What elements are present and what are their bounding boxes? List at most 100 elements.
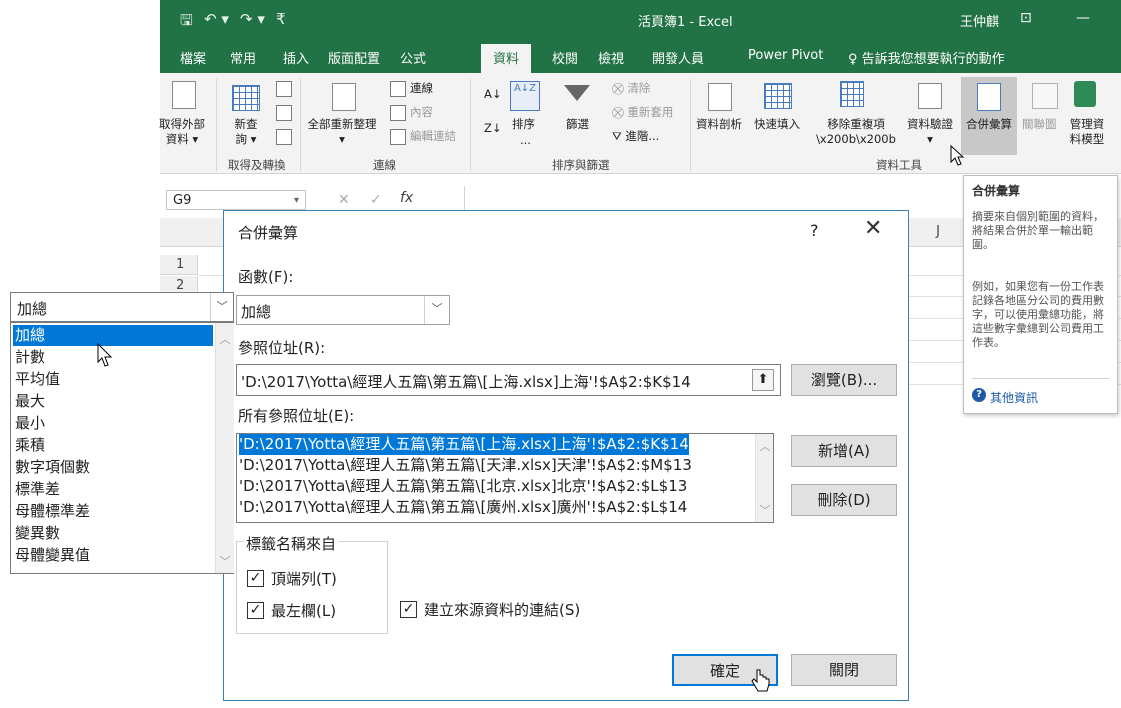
list-item[interactable]: 'D:\2017\Yotta\經理人五篇\第五篇\[廣州.xlsx]廣州'!$A… (239, 497, 687, 518)
top-row-label[interactable]: 頂端列(T) (271, 568, 337, 589)
all-references-list[interactable]: 'D:\2017\Yotta\經理人五篇\第五篇\[上海.xlsx]上海'!$A… (236, 433, 774, 523)
group-label-sort-filter: 排序與篩選 (552, 158, 610, 172)
function-option[interactable]: 平均值 (13, 369, 213, 390)
function-option[interactable]: 最小 (13, 413, 213, 434)
create-links-checkbox[interactable]: ✓ (400, 601, 417, 618)
column-header-j[interactable]: J (913, 218, 964, 247)
tab-insert[interactable]: 插入 (283, 48, 309, 67)
name-box[interactable]: G9 ▾ (166, 190, 306, 210)
redo-icon[interactable]: ↷ ▾ (240, 10, 265, 28)
manage-data-model-button[interactable]: 管理資 料模型 (1062, 117, 1112, 147)
browse-button[interactable]: 瀏覽(B)... (791, 364, 897, 396)
ribbon-display-icon[interactable]: ⊡ (1020, 10, 1032, 26)
user-name[interactable]: 王仲麒 (960, 11, 999, 30)
row-header-1[interactable]: 1 (160, 255, 198, 275)
undo-icon[interactable]: ↶ ▾ (204, 10, 229, 28)
close-button[interactable]: 關閉 (791, 654, 897, 686)
dropdown-scrollbar[interactable]: ︿ ﹀ (215, 323, 234, 573)
text-to-columns-button[interactable]: 資料剖析 (696, 117, 742, 132)
remove-duplicates-button[interactable]: 移除重複項 \x200b\x200b (808, 117, 904, 147)
tab-developer[interactable]: 開發人員 (652, 48, 704, 67)
minimize-icon[interactable]: — (1076, 10, 1090, 26)
function-option[interactable]: 數字項個數 (13, 457, 213, 478)
consolidate-button[interactable]: 合併彙算 (961, 77, 1017, 155)
flash-fill-button[interactable]: 快速填入 (754, 117, 800, 132)
from-table-icon[interactable] (276, 105, 292, 121)
delete-button[interactable]: 刪除(D) (791, 484, 897, 516)
text-to-columns-icon (708, 83, 732, 111)
recent-sources-icon[interactable] (276, 129, 292, 145)
advanced-button[interactable]: ⛛ 進階... (612, 129, 659, 144)
list-item[interactable]: 'D:\2017\Yotta\經理人五篇\第五篇\[天津.xlsx]天津'!$A… (239, 455, 692, 476)
properties-button[interactable]: 內容 (410, 105, 433, 120)
function-option[interactable]: 母體變異值 (13, 545, 213, 566)
scroll-down-icon[interactable]: ﹀ (216, 553, 234, 569)
tab-view[interactable]: 檢視 (598, 48, 624, 67)
sort-descending-icon[interactable]: Z↓ (484, 121, 502, 136)
scroll-down-icon[interactable]: ﹀ (756, 502, 773, 518)
window-title: 活頁簿1 - Excel (638, 15, 733, 30)
clear-button[interactable]: ⛒ 清除 (612, 81, 650, 96)
refresh-all-button[interactable]: 全部重新整理 ▾ (304, 117, 380, 147)
external-data-icon (172, 81, 196, 109)
help-button[interactable]: ? (810, 221, 819, 240)
tooltip-more-info-link[interactable]: 其他資訊 (990, 389, 1038, 406)
enter-icon[interactable]: ✓ (370, 192, 382, 208)
function-option[interactable]: 乘積 (13, 435, 213, 456)
close-icon[interactable]: ✕ (864, 216, 882, 241)
insert-function-icon[interactable]: fx (400, 190, 413, 206)
cancel-icon[interactable]: ✕ (338, 192, 350, 208)
show-queries-icon[interactable] (276, 81, 292, 97)
tab-home[interactable]: 常用 (230, 48, 256, 67)
list-item[interactable]: 'D:\2017\Yotta\經理人五篇\第五篇\[上海.xlsx]上海'!$A… (239, 434, 689, 455)
tell-me-search[interactable]: ♀ 告訴我您想要執行的動作 (848, 48, 1005, 67)
group-label-get-transform: 取得及轉換 (228, 158, 286, 172)
sort-ascending-icon[interactable]: A↓ (484, 87, 502, 102)
get-external-data-button[interactable]: 取得外部 資料 ▾ (156, 117, 208, 147)
function-select[interactable]: 加總 ﹀ (236, 295, 450, 325)
function-dropdown-combo[interactable]: 加總 ﹀ (10, 292, 234, 322)
edit-links-button[interactable]: 編輯連結 (410, 129, 456, 144)
sort-button[interactable]: 排序 (512, 117, 535, 132)
top-row-checkbox[interactable]: ✓ (247, 570, 264, 587)
function-option[interactable]: 標準差 (13, 479, 213, 500)
select-all-corner[interactable] (160, 218, 199, 247)
add-button[interactable]: 新增(A) (791, 435, 897, 467)
tab-review[interactable]: 校閱 (552, 48, 578, 67)
scroll-up-icon[interactable]: ︿ (216, 331, 234, 347)
relationships-button[interactable]: 關聯圖 (1022, 117, 1057, 132)
function-option[interactable]: 變異數 (13, 523, 213, 544)
list-scrollbar[interactable]: ︿ ﹀ (755, 434, 773, 522)
left-column-checkbox[interactable]: ✓ (247, 602, 264, 619)
name-box-dropdown-icon[interactable]: ▾ (294, 191, 299, 211)
ribbon-separator (470, 79, 471, 171)
chevron-down-icon[interactable]: ﹀ (424, 296, 449, 324)
list-item[interactable]: 'D:\2017\Yotta\經理人五篇\第五篇\[北京.xlsx]北京'!$A… (239, 476, 687, 497)
ribbon: 取得外部 資料 ▾ 新查詢 ▾ 取得及轉換 全部重新整理 ▾ 連線 內容 編輯連結 … (159, 73, 1121, 174)
function-dropdown-list[interactable]: 加總 計數 平均值 最大 最小 乘積 數字項個數 標準差 母體標準差 變異數 母… (10, 322, 234, 574)
tab-formulas[interactable]: 公式 (400, 48, 426, 67)
connections-button[interactable]: 連線 (410, 81, 433, 96)
connections-icon (390, 81, 406, 97)
use-labels-legend: 標籤名稱來自 (243, 533, 340, 554)
sort-more: ... (520, 133, 531, 147)
left-column-label[interactable]: 最左欄(L) (271, 600, 336, 621)
customize-qat-icon[interactable]: ₹ (276, 10, 286, 28)
new-query-button[interactable]: 新查詢 ▾ (226, 117, 266, 147)
scroll-up-icon[interactable]: ︿ (756, 438, 773, 454)
tab-power-pivot[interactable]: Power Pivot (748, 48, 823, 63)
save-icon[interactable]: 🖫 (180, 10, 193, 35)
tooltip-description: 摘要來自個別範圍的資料，將結果合併於單一輸出範圍。 (972, 210, 1104, 251)
collapse-dialog-icon[interactable]: ⬆ (752, 369, 774, 391)
function-option[interactable]: 母體標準差 (13, 501, 213, 522)
data-validation-button[interactable]: 資料驗證 ▾ (902, 117, 958, 147)
filter-button[interactable]: 篩選 (566, 117, 589, 132)
reapply-button[interactable]: ⛒ 重新套用 (612, 105, 673, 120)
mouse-cursor-icon (97, 343, 113, 367)
tab-page-layout[interactable]: 版面配置 (328, 48, 380, 67)
reference-input[interactable]: 'D:\2017\Yotta\經理人五篇\第五篇\[上海.xlsx]上海'!$A… (236, 364, 781, 396)
chevron-down-icon[interactable]: ﹀ (210, 293, 233, 321)
create-links-label[interactable]: 建立來源資料的連結(S) (424, 599, 580, 620)
function-option[interactable]: 最大 (13, 391, 213, 412)
tab-file[interactable]: 檔案 (180, 48, 206, 67)
